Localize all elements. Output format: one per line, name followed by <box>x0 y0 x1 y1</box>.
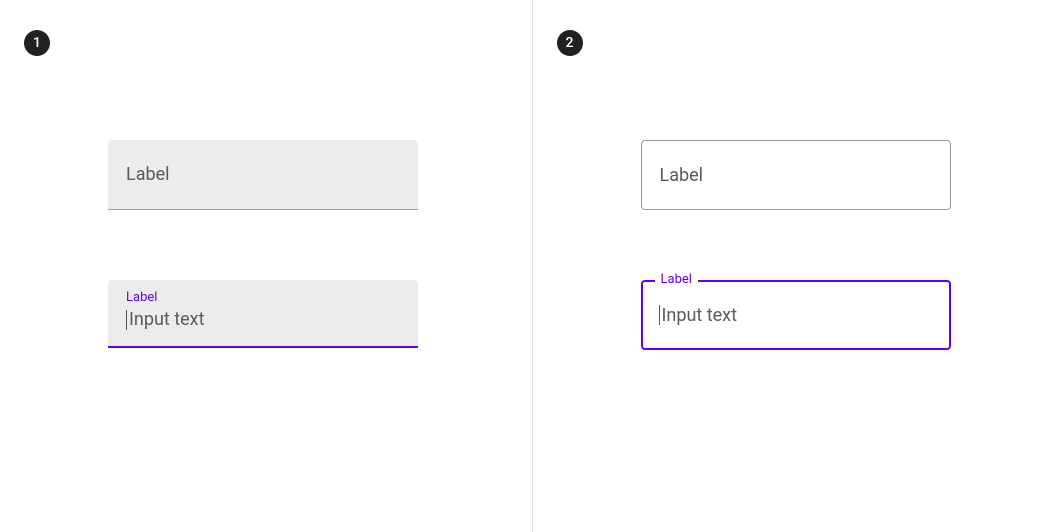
filled-textfield-inactive[interactable]: Label <box>108 140 418 210</box>
text-cursor-icon <box>659 305 660 325</box>
textfield-label: Label <box>126 164 170 185</box>
field-area: Label Label Input text <box>563 140 1035 350</box>
filled-textfield-focused[interactable]: Label Input text <box>108 280 418 348</box>
textfield-input-text: Input text <box>129 309 204 330</box>
outlined-textfield-inactive[interactable]: Label <box>641 140 951 210</box>
container: 1 Label Label Input text 2 Labe <box>0 0 1064 532</box>
input-row: Input text <box>659 305 737 326</box>
textfield-floating-label: Label <box>126 290 400 305</box>
panel-badge-number: 1 <box>33 35 41 51</box>
panel-filled: 1 Label Label Input text <box>0 0 533 532</box>
panel-badge: 1 <box>24 30 50 56</box>
panel-badge: 2 <box>557 30 583 56</box>
input-row: Input text <box>126 309 400 330</box>
panel-outlined: 2 Label Label Input text <box>533 0 1064 532</box>
textfield-label: Label <box>660 165 704 186</box>
outlined-textfield-focused[interactable]: Label Input text <box>641 280 951 350</box>
text-cursor-icon <box>126 310 127 330</box>
panel-badge-number: 2 <box>566 35 574 51</box>
textfield-floating-label: Label <box>655 272 698 287</box>
textfield-input-text: Input text <box>662 305 737 326</box>
field-area: Label Label Input text <box>30 140 502 348</box>
